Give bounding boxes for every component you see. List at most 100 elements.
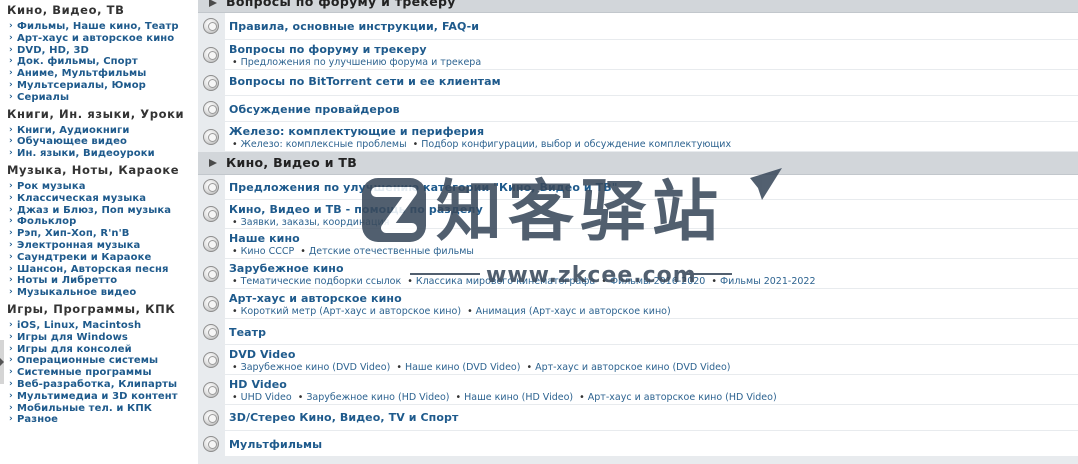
section-title[interactable]: Вопросы по форуму и трекеру (226, 0, 456, 11)
forum-status-icon (203, 129, 219, 145)
sidebar-link[interactable]: › Мобильные тел. и КПК (0, 403, 190, 415)
sidebar-link[interactable]: › Обучающее видео (0, 136, 190, 148)
forum-row[interactable]: Вопросы по форуму и трекеру • Предложения… (198, 40, 1078, 70)
subforum-link[interactable]: Фильмы 2021-2022 (720, 276, 816, 287)
forum-row[interactable]: 3D/Стерео Кино, Видео, TV и Спорт (198, 405, 1078, 431)
forum-link[interactable]: Обсуждение провайдеров (229, 103, 1078, 116)
forum-link[interactable]: Театр (229, 326, 1078, 339)
forum-icon-cell (198, 96, 225, 121)
sidebar-link[interactable]: › Мультсериалы, Юмор (0, 80, 190, 92)
sidebar-link[interactable]: › Системные программы (0, 367, 190, 379)
sidebar-link[interactable]: › Док. фильмы, Спорт (0, 56, 190, 68)
subforum-list: • Железо: комплексные проблемы • Подбор ко… (229, 139, 1078, 150)
forum-link[interactable]: Наше кино (229, 232, 1078, 245)
subforum-link[interactable]: Подбор конфигурации, выбор и обсуждение … (421, 139, 731, 150)
sidebar-link[interactable]: › Музыкальное видео (0, 287, 190, 299)
subforum-link[interactable]: Тематические подборки ссылок (241, 276, 402, 287)
subforum-link[interactable]: Классика мирового кинематографа (416, 276, 595, 287)
sidebar-link[interactable]: › Рок музыка (0, 181, 190, 193)
forum-row[interactable]: Театр (198, 319, 1078, 345)
bullet-icon: › (9, 79, 13, 90)
section-header-forum-questions[interactable]: Вопросы по форуму и трекеру (198, 0, 1078, 13)
subforum-link[interactable]: UHD Video (241, 392, 292, 403)
triangle-right-icon (209, 159, 217, 167)
forum-link[interactable]: Вопросы по форуму и трекеру (229, 43, 1078, 56)
forum-row[interactable]: Правила, основные инструкции, FAQ-и (198, 13, 1078, 40)
bullet-separator: • (232, 276, 238, 287)
forum-link[interactable]: DVD Video (229, 348, 1078, 361)
forum-link[interactable]: Предложения по улучшению категории "Кино… (229, 181, 1078, 194)
forum-link[interactable]: Вопросы по BitTorrent сети и ее клиентам (229, 75, 1078, 88)
subforum-link[interactable]: Железо: комплексные проблемы (241, 139, 407, 150)
forum-link[interactable]: Кино, Видео и ТВ - помощь по разделу (229, 203, 1078, 216)
forum-link[interactable]: Правила, основные инструкции, FAQ-и (229, 20, 1078, 33)
forum-row[interactable]: Зарубежное кино • Тематические подборки с… (198, 259, 1078, 289)
sidebar-link[interactable]: › Игры для Windows (0, 332, 190, 344)
forum-status-icon (203, 206, 219, 222)
subforum-link[interactable]: Арт-хаус и авторское кино (HD Video) (588, 392, 777, 403)
subforum-link[interactable]: Фильмы 2016-2020 (610, 276, 706, 287)
forum-row[interactable]: Мультфильмы (198, 431, 1078, 457)
subforum-link[interactable]: Зарубежное кино (HD Video) (306, 392, 449, 403)
forum-row[interactable]: Наше кино • Кино СССР • Детские отечествен… (198, 229, 1078, 259)
bullet-icon: › (9, 124, 13, 135)
bullet-icon: › (9, 239, 13, 250)
bullet-icon: › (9, 378, 13, 389)
subforum-link[interactable]: Наше кино (HD Video) (464, 392, 573, 403)
bullet-separator: • (412, 139, 419, 150)
sidebar-list: › Фильмы, Наше кино, Театр › Арт-хаус и ав… (0, 21, 190, 104)
sidebar-link[interactable]: › Аниме, Мультфильмы (0, 68, 190, 80)
sidebar-link[interactable]: › Арт-хаус и авторское кино (0, 33, 190, 45)
sidebar-link[interactable]: › Фильмы, Наше кино, Театр (0, 21, 190, 33)
forum-link[interactable]: 3D/Стерео Кино, Видео, TV и Спорт (229, 411, 1078, 424)
forum-status-icon (203, 296, 219, 312)
forum-row[interactable]: Предложения по улучшению категории "Кино… (198, 175, 1078, 200)
subforum-link[interactable]: Зарубежное кино (DVD Video) (241, 362, 391, 373)
bullet-separator: • (526, 362, 533, 373)
sidebar-link[interactable]: › Электронная музыка (0, 240, 190, 252)
sidebar-link[interactable]: › Мультимедиа и 3D контент (0, 391, 190, 403)
sidebar-group-title: Музыка, Ноты, Караоке (7, 162, 180, 177)
sidebar-link[interactable]: › Джаз и Блюз, Поп музыка (0, 205, 190, 217)
sidebar-link[interactable]: › Саундтреки и Караоке (0, 252, 190, 264)
subforum-link[interactable]: Предложения по улучшению форума и трекер… (241, 57, 482, 68)
sidebar-link[interactable]: › Шансон, Авторская песня (0, 264, 190, 276)
sidebar-link[interactable]: › Книги, Аудиокниги (0, 125, 190, 137)
forum-status-icon (203, 18, 219, 34)
forum-row[interactable]: Железо: комплектующие и периферия • Желез… (198, 122, 1078, 152)
subforum-link[interactable]: Арт-хаус и авторское кино (DVD Video) (535, 362, 730, 373)
forum-link[interactable]: Мультфильмы (229, 438, 1078, 451)
forum-link[interactable]: Арт-хаус и авторское кино (229, 292, 1078, 305)
subforum-link[interactable]: Детские отечественные фильмы (309, 246, 474, 257)
forum-row[interactable]: DVD Video • Зарубежное кино (DVD Video) •… (198, 345, 1078, 375)
subforum-link[interactable]: Наше кино (DVD Video) (405, 362, 521, 373)
forum-link[interactable]: Зарубежное кино (229, 262, 1078, 275)
sidebar-link[interactable]: › Фольклор (0, 216, 190, 228)
forum-link[interactable]: Железо: комплектующие и периферия (229, 125, 1078, 138)
forum-row[interactable]: Вопросы по BitTorrent сети и ее клиентам (198, 70, 1078, 96)
forum-row[interactable]: Кино, Видео и ТВ - помощь по разделу • За… (198, 200, 1078, 229)
sidebar-link[interactable]: › Операционные системы (0, 355, 190, 367)
forum-link[interactable]: HD Video (229, 378, 1078, 391)
section-header-movies[interactable]: Кино, Видео и ТВ (198, 152, 1078, 175)
subforum-link[interactable]: Короткий метр (Арт-хаус и авторское кино… (241, 306, 461, 317)
subforum-link[interactable]: Анимация (Арт-хаус и авторское кино) (476, 306, 671, 317)
sidebar-link[interactable]: › DVD, HD, 3D (0, 45, 190, 57)
sidebar-link[interactable]: › iOS, Linux, Macintosh (0, 320, 190, 332)
forum-row[interactable]: Обсуждение провайдеров (198, 96, 1078, 122)
forum-row[interactable]: Арт-хаус и авторское кино • Короткий метр… (198, 289, 1078, 319)
sidebar-link[interactable]: › Сериалы (0, 92, 190, 104)
section-title[interactable]: Кино, Видео и ТВ (226, 154, 357, 172)
subforum-link[interactable]: Заявки, заказы, координация (241, 217, 390, 228)
collapse-handle[interactable] (0, 340, 4, 384)
sidebar-link[interactable]: › Ин. языки, Видеоуроки (0, 148, 190, 160)
forum-row[interactable]: HD Video • UHD Video • Зарубежное кино (HD… (198, 375, 1078, 405)
sidebar-link[interactable]: › Ноты и Либретто (0, 275, 190, 287)
sidebar-link[interactable]: › Игры для консолей (0, 344, 190, 356)
subforum-link[interactable]: Кино СССР (241, 246, 295, 257)
sidebar-link[interactable]: › Классическая музыка (0, 193, 190, 205)
sidebar-link[interactable]: › Рэп, Хип-Хоп, R'n'B (0, 228, 190, 240)
sidebar-link[interactable]: › Разное (0, 414, 190, 426)
bullet-separator: • (711, 276, 717, 287)
sidebar-link[interactable]: › Веб-разработка, Клипарты (0, 379, 190, 391)
